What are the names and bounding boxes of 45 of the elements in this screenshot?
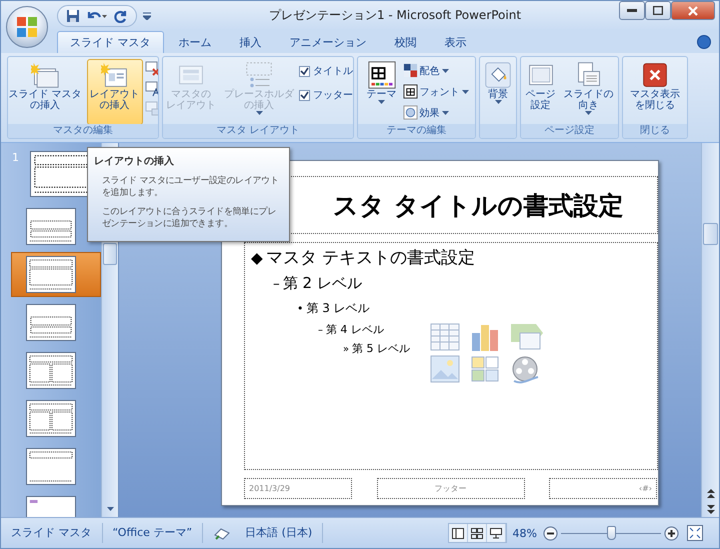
body-text: 第 2 レベル <box>282 273 362 294</box>
ribbon-tab[interactable]: 挿入 <box>226 31 274 53</box>
tooltip-text: スライド マスタにユーザー設定のレイアウトを追加します。 <box>101 175 280 199</box>
body-text: 第 5 レベル <box>352 341 410 357</box>
ribbon-button[interactable]: 背景 <box>481 59 515 125</box>
date-placeholder[interactable]: 2011/3/29 <box>244 478 352 499</box>
bullet: ◆ <box>251 248 263 269</box>
group-label: ページ設定 <box>521 124 618 138</box>
group-label: マスタの編集 <box>8 124 158 138</box>
tooltip-title: レイアウトの挿入 <box>94 154 175 168</box>
ribbon-button[interactable]: テーマ <box>364 59 400 125</box>
ribbon-button[interactable]: レイアウト の挿入 <box>86 59 143 125</box>
bullet: – <box>318 324 323 338</box>
body-text: 第 4 レベル <box>326 322 384 338</box>
ribbon-tab[interactable]: アニメーション <box>276 31 380 53</box>
slide-number: 1 <box>12 151 20 164</box>
bullet: – <box>273 275 280 294</box>
status-text: スライド マスタ <box>1 523 102 543</box>
footer-placeholder[interactable]: フッター <box>376 478 524 499</box>
window-title: プレゼンテーション1 - Microsoft PowerPoint <box>268 7 522 24</box>
checkbox[interactable]: タイトル <box>299 61 353 81</box>
ribbon-button[interactable]: 配色 <box>402 61 470 80</box>
zoom-level[interactable]: 48% <box>506 526 543 540</box>
ribbon-tab[interactable]: ホーム <box>166 31 224 53</box>
checkbox[interactable]: フッター <box>299 85 353 105</box>
ribbon-button[interactable]: 効果 <box>402 103 470 122</box>
content-placeholder[interactable]: ◆ マスタ テキストの書式設定 – 第 2 レベル • 第 3 レベル – 第 4 レベル » 第 5 レベル <box>244 242 658 470</box>
bullet: » <box>343 343 350 357</box>
ribbon-tab[interactable]: 表示 <box>432 31 480 53</box>
slide-title: スタ タイトルの書式設定 <box>333 190 624 222</box>
ribbon-button[interactable]: マスタ表示 を閉じる <box>627 59 683 125</box>
language-text: 日本語 (日本) <box>245 525 312 541</box>
group-label: 閉じる <box>623 124 687 138</box>
ribbon-tab[interactable]: スライド マスタ <box>57 31 164 53</box>
ribbon-button[interactable]: フォント <box>402 82 470 101</box>
body-text: 第 3 レベル <box>306 300 370 317</box>
group-label: テーマの編集 <box>358 124 475 138</box>
ribbon-tab[interactable]: 校閲 <box>382 31 430 53</box>
status-text: “Office テーマ” <box>102 523 204 543</box>
group-label: マスタ レイアウト <box>163 124 353 138</box>
ribbon-button[interactable]: ページ 設定 <box>522 59 558 125</box>
body-text: マスタ テキストの書式設定 <box>266 247 476 270</box>
tooltip-text: このレイアウトに合うスライドを簡単にプレゼンテーションに追加できます。 <box>101 206 278 230</box>
bullet: • <box>297 301 304 317</box>
page-number-placeholder[interactable]: ‹#› <box>549 478 657 499</box>
